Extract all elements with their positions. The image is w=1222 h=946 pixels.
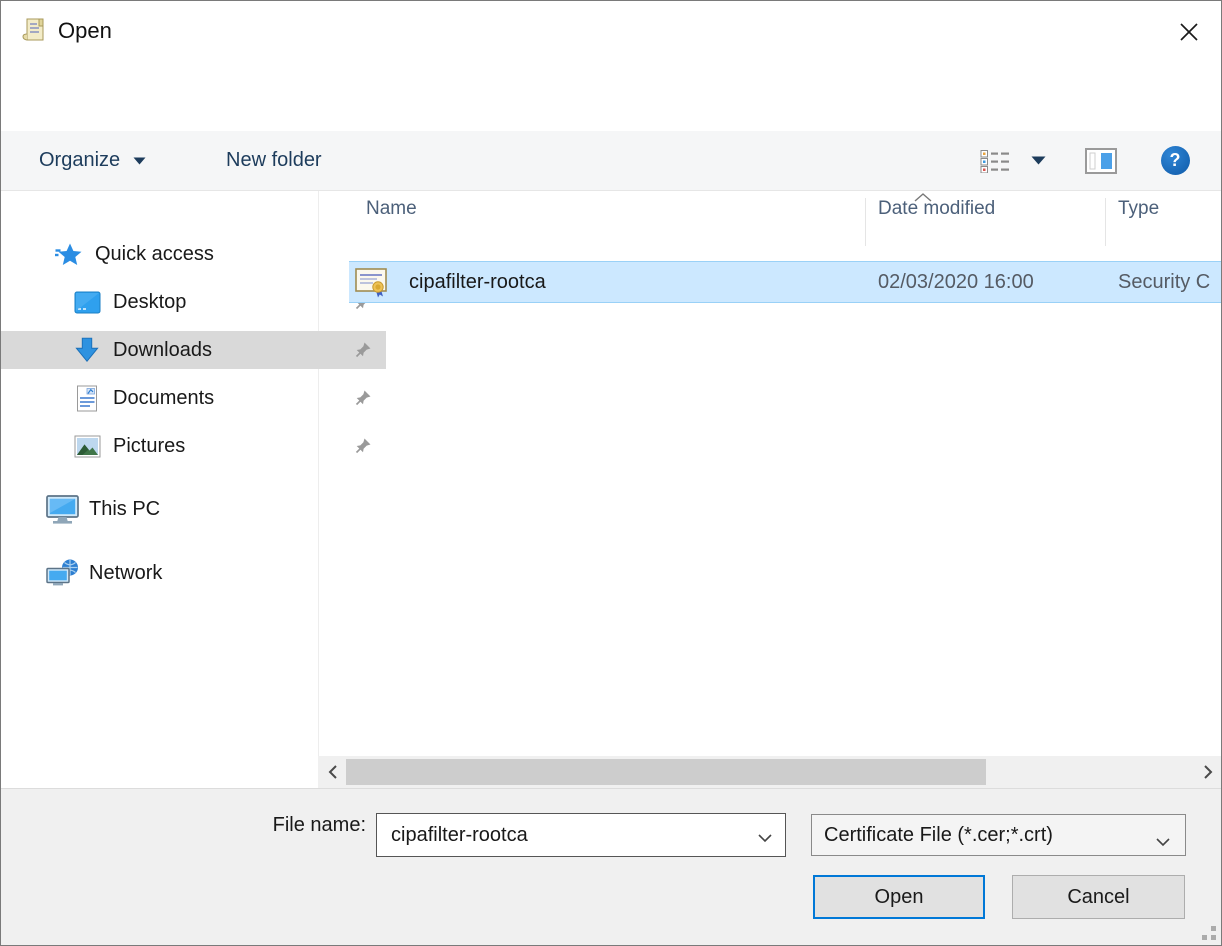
navigation-sidebar: Quick access Desktop bbox=[1, 191, 318, 788]
close-button[interactable] bbox=[1165, 11, 1213, 53]
network-icon bbox=[45, 558, 81, 588]
caret-down-icon bbox=[133, 157, 146, 165]
sidebar-item-this-pc[interactable]: This PC bbox=[1, 490, 362, 528]
organize-label: Organize bbox=[39, 149, 120, 172]
documents-icon bbox=[69, 385, 105, 412]
horizontal-scrollbar[interactable] bbox=[318, 756, 1222, 788]
window-title: Open bbox=[58, 1, 112, 61]
file-row-cipafilter-rootca[interactable]: cipafilter-rootca 02/03/2020 16:00 Secur… bbox=[349, 261, 1222, 303]
scrollbar-right-chevron-icon[interactable] bbox=[1197, 762, 1219, 782]
combobox-chevron-icon[interactable] bbox=[757, 830, 773, 848]
column-separator[interactable] bbox=[1105, 198, 1106, 246]
view-dropdown-button[interactable] bbox=[1023, 131, 1053, 190]
sidebar-item-label: Documents bbox=[113, 387, 214, 410]
file-name-combobox[interactable] bbox=[376, 813, 786, 857]
certificate-icon bbox=[355, 267, 387, 298]
help-button[interactable]: ? bbox=[1153, 131, 1197, 190]
preview-pane-button[interactable] bbox=[1079, 131, 1123, 190]
cancel-button-label: Cancel bbox=[1067, 886, 1129, 909]
view-list-icon bbox=[980, 149, 1010, 173]
downloads-icon bbox=[69, 337, 105, 363]
file-type-dropdown[interactable]: Certificate File (*.cer;*.crt) bbox=[811, 814, 1186, 856]
open-button[interactable]: Open bbox=[813, 875, 985, 919]
sidebar-item-quick-access[interactable]: Quick access bbox=[1, 235, 368, 273]
column-header-name[interactable]: Name bbox=[366, 198, 417, 220]
resize-grip-icon[interactable] bbox=[1202, 926, 1217, 941]
help-question-icon: ? bbox=[1161, 146, 1190, 175]
computer-icon bbox=[45, 494, 81, 525]
new-folder-label: New folder bbox=[226, 149, 322, 172]
file-name-cell: cipafilter-rootca bbox=[409, 262, 546, 302]
sidebar-item-network[interactable]: Network bbox=[1, 554, 362, 592]
sidebar-item-label: Desktop bbox=[113, 291, 186, 314]
column-separator[interactable] bbox=[865, 198, 866, 246]
sidebar-item-label: Downloads bbox=[113, 339, 212, 362]
organize-button[interactable]: Organize bbox=[39, 131, 146, 190]
command-toolbar: Organize New folder bbox=[1, 131, 1221, 191]
column-header-date-modified[interactable]: Date modified bbox=[878, 198, 995, 220]
preview-pane-icon bbox=[1085, 148, 1117, 174]
open-dialog-window: Open bbox=[0, 0, 1222, 946]
close-icon bbox=[1177, 20, 1201, 44]
scroll-icon bbox=[21, 16, 49, 44]
scrollbar-thumb[interactable] bbox=[346, 759, 986, 785]
pictures-icon bbox=[69, 435, 105, 458]
sidebar-item-label: This PC bbox=[89, 498, 160, 521]
cancel-button[interactable]: Cancel bbox=[1012, 875, 1185, 919]
quick-access-star-icon bbox=[51, 242, 87, 266]
file-name-input[interactable] bbox=[377, 814, 785, 856]
sidebar-item-label: Quick access bbox=[95, 243, 214, 266]
file-type-value: Certificate File (*.cer;*.crt) bbox=[824, 824, 1053, 847]
sidebar-item-label: Pictures bbox=[113, 435, 185, 458]
caret-down-icon bbox=[1031, 156, 1046, 165]
dialog-footer: File name: Certificate File (*.cer;*.crt… bbox=[1, 788, 1221, 945]
file-list: Name Date modified Type cipafilter-rootc… bbox=[318, 191, 1222, 788]
file-type-cell: Security C bbox=[1118, 262, 1210, 302]
navigation-bar: This PC Downloads bbox=[1, 61, 1221, 131]
scrollbar-left-chevron-icon[interactable] bbox=[322, 762, 344, 782]
open-button-label: Open bbox=[875, 886, 924, 909]
sidebar-item-label: Network bbox=[89, 562, 162, 585]
file-name-label: File name: bbox=[161, 814, 366, 837]
new-folder-button[interactable]: New folder bbox=[226, 131, 322, 190]
file-date-cell: 02/03/2020 16:00 bbox=[878, 262, 1034, 302]
desktop-icon bbox=[69, 291, 105, 314]
title-bar: Open bbox=[1, 1, 1221, 61]
main-area: Quick access Desktop bbox=[1, 191, 1221, 788]
change-view-button[interactable] bbox=[973, 131, 1017, 190]
dropdown-chevron-icon bbox=[1155, 830, 1171, 853]
column-header-type[interactable]: Type bbox=[1118, 198, 1159, 220]
